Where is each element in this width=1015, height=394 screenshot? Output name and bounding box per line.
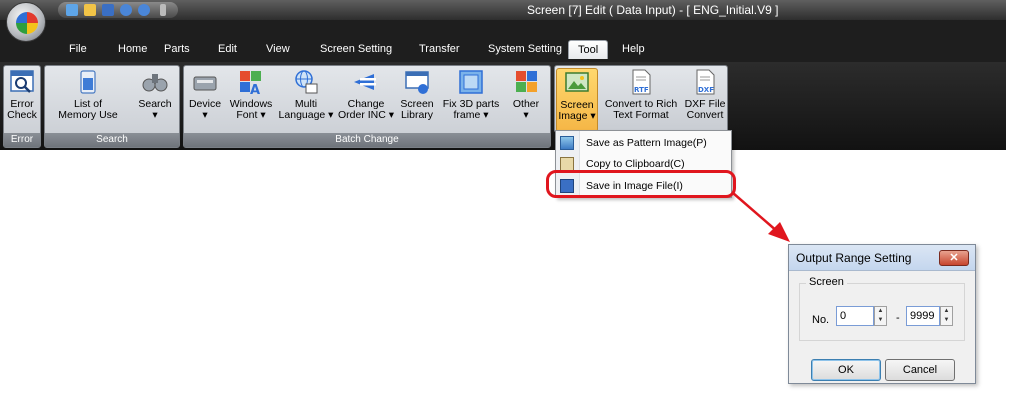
error-check-icon <box>10 70 34 93</box>
quick-access-toolbar <box>58 2 178 18</box>
multi-language-button[interactable]: Multi Language ▾ <box>278 68 334 121</box>
dxf-file-convert-button[interactable]: DXF DXF File Convert <box>683 68 727 121</box>
change-order-icon <box>354 74 376 90</box>
ribbon-group-batch-change-label: Batch Change <box>184 133 550 147</box>
ribbon-group-batch-change: Device ▾ A Windows Font ▾ Multi Language… <box>183 65 551 148</box>
device-button[interactable]: Device ▾ <box>186 68 224 121</box>
tab-file[interactable]: File <box>69 43 87 55</box>
device-label: Device ▾ <box>188 98 222 121</box>
screen-image-label: Screen Image ▾ <box>558 99 596 122</box>
menu-item-label: Copy to Clipboard(C) <box>586 158 685 170</box>
tab-transfer[interactable]: Transfer <box>419 43 460 55</box>
to-screen-number-input[interactable]: 9999 <box>906 306 940 326</box>
change-order-label: Change Order INC ▾ <box>337 98 395 121</box>
rtf-file-icon: RTF <box>632 69 651 95</box>
memory-list-label: List of Memory Use <box>58 98 118 121</box>
tab-parts[interactable]: Parts <box>164 43 190 55</box>
from-screen-number-input[interactable]: 0 <box>836 306 874 326</box>
svg-text:A: A <box>250 83 260 96</box>
title-bar: Screen [7] Edit ( Data Input) - [ ENG_In… <box>0 0 1006 20</box>
tab-tool[interactable]: Tool <box>568 40 609 59</box>
screen-library-label: Screen Library <box>400 98 434 121</box>
new-file-icon[interactable] <box>66 4 78 16</box>
application-button[interactable] <box>6 2 46 42</box>
redo-icon[interactable] <box>138 4 150 16</box>
ok-button[interactable]: OK <box>811 359 881 381</box>
spin-up-icon[interactable]: ▲ <box>941 307 952 316</box>
other-icon <box>516 71 537 92</box>
spin-down-icon[interactable]: ▼ <box>941 316 952 325</box>
menu-item-save-as-pattern-image[interactable]: Save as Pattern Image(P) <box>556 133 731 153</box>
menu-item-label: Save as Pattern Image(P) <box>586 137 707 149</box>
highlight-oval <box>546 170 736 198</box>
dialog-close-button[interactable]: ✕ <box>939 250 969 266</box>
screen-library-icon <box>405 71 429 94</box>
multi-language-icon <box>295 70 318 94</box>
memory-list-icon <box>80 70 96 94</box>
screen-library-button[interactable]: Screen Library <box>398 68 436 121</box>
tab-home[interactable]: Home <box>118 43 147 55</box>
convert-to-rtf-label: Convert to Rich Text Format <box>604 98 678 121</box>
open-folder-icon[interactable] <box>84 4 96 16</box>
svg-text:DXF: DXF <box>698 86 714 94</box>
ribbon-group-search: List of Memory Use Search ▾ Search <box>44 65 180 148</box>
tab-help[interactable]: Help <box>622 43 645 55</box>
range-separator: - <box>896 312 900 324</box>
to-screen-spinner[interactable]: ▲ ▼ <box>940 306 953 326</box>
save-icon[interactable] <box>102 4 114 16</box>
spin-up-icon[interactable]: ▲ <box>875 307 886 316</box>
screen-image-icon <box>565 72 589 92</box>
ribbon: Error Check Error List of Memory Use Sea… <box>0 62 1006 150</box>
cancel-button[interactable]: Cancel <box>885 359 955 381</box>
fix-3d-parts-frame-button[interactable]: Fix 3D parts frame ▾ <box>440 68 502 121</box>
convert-to-rtf-button[interactable]: RTF Convert to Rich Text Format <box>601 68 681 121</box>
app-logo-icon <box>16 12 38 34</box>
dialog-title-bar: Output Range Setting ✕ <box>789 245 975 271</box>
spin-down-icon[interactable]: ▼ <box>875 316 886 325</box>
dxf-file-convert-label: DXF File Convert <box>684 98 726 121</box>
pattern-image-icon <box>560 136 574 150</box>
tab-edit[interactable]: Edit <box>218 43 237 55</box>
output-range-setting-dialog: Output Range Setting ✕ Screen No. 0 ▲ ▼ … <box>788 244 976 384</box>
tab-view[interactable]: View <box>266 43 290 55</box>
tab-screen-setting[interactable]: Screen Setting <box>320 43 392 55</box>
error-check-button[interactable]: Error Check <box>6 68 38 121</box>
device-icon <box>193 76 217 91</box>
window-title: Screen [7] Edit ( Data Input) - [ ENG_In… <box>527 3 779 17</box>
clipboard-icon <box>560 157 574 171</box>
annotation-arrow <box>732 192 790 242</box>
memory-list-button[interactable]: List of Memory Use <box>57 68 119 121</box>
ribbon-group-search-label: Search <box>45 133 179 147</box>
no-label: No. <box>812 314 830 326</box>
ribbon-group-error-label: Error <box>4 133 40 147</box>
screen-group-label: Screen <box>806 276 847 288</box>
ribbon-group-tool: Screen Image ▾ RTF Convert to Rich Text … <box>554 65 728 133</box>
from-screen-spinner[interactable]: ▲ ▼ <box>874 306 887 326</box>
fix-3d-parts-frame-label: Fix 3D parts frame ▾ <box>442 98 500 121</box>
undo-icon[interactable] <box>120 4 132 16</box>
dialog-title: Output Range Setting <box>796 251 912 265</box>
windows-font-icon: A <box>240 71 261 96</box>
other-label: Other ▾ <box>512 98 540 121</box>
tab-system-setting[interactable]: System Setting <box>488 43 562 55</box>
menu-bar: File Home Parts Edit View Screen Setting… <box>0 20 1006 63</box>
search-label: Search ▾ <box>138 98 172 121</box>
search-button[interactable]: Search ▾ <box>135 68 175 121</box>
screen-range-group: Screen No. 0 ▲ ▼ - 9999 ▲ ▼ <box>799 276 965 341</box>
other-button[interactable]: Other ▾ <box>506 68 546 121</box>
error-check-label: Error Check <box>7 98 37 121</box>
ribbon-group-error: Error Check Error <box>3 65 41 148</box>
svg-text:RTF: RTF <box>634 86 649 94</box>
change-order-button[interactable]: Change Order INC ▾ <box>336 68 396 121</box>
binoculars-icon <box>142 74 168 92</box>
screen-image-button[interactable]: Screen Image ▾ <box>556 68 598 132</box>
multi-language-label: Multi Language ▾ <box>278 98 334 121</box>
fix-3d-frame-icon <box>459 70 483 94</box>
qat-customize-icon[interactable] <box>160 4 166 16</box>
dxf-file-icon: DXF <box>696 69 715 95</box>
windows-font-label: Windows Font ▾ <box>229 98 273 121</box>
windows-font-button[interactable]: A Windows Font ▾ <box>226 68 276 121</box>
